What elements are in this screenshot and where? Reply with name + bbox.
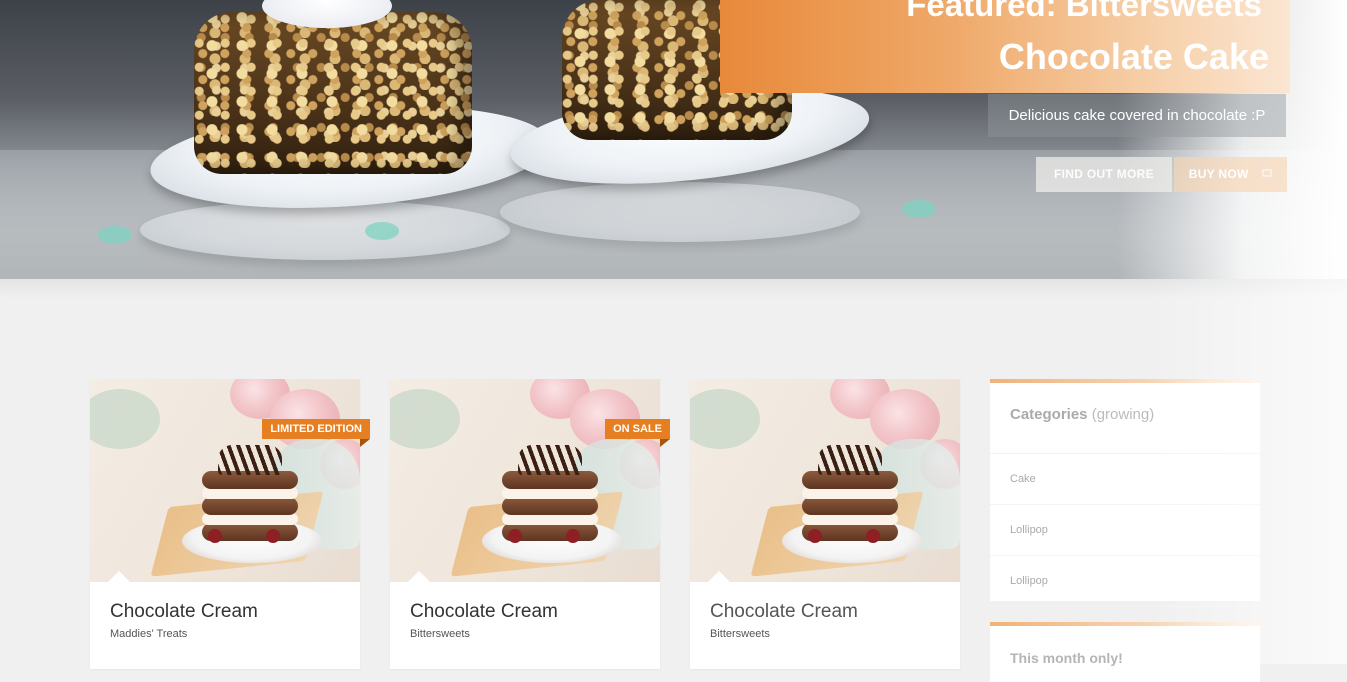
limited-edition-badge: LIMITED EDITION [262, 419, 370, 447]
product-maker[interactable]: Maddies' Treats [110, 628, 187, 640]
hero-title-line2: Chocolate Cake [998, 36, 1269, 77]
photo-decoration [502, 497, 598, 515]
photo-decoration [208, 529, 222, 543]
this-month-title: This month only! [1010, 650, 1123, 666]
card-pointer [708, 571, 730, 582]
product-image[interactable] [690, 379, 960, 582]
hero-subtitle: Delicious cake covered in chocolate :P [988, 94, 1286, 137]
product-name[interactable]: Chocolate Cream [410, 601, 558, 623]
categories-title-text: Categories [1010, 406, 1088, 423]
this-month-widget: This month only! [990, 622, 1260, 682]
photo-decoration [802, 497, 898, 515]
photo-decoration [566, 529, 580, 543]
hero-decoration [98, 226, 132, 244]
product-maker[interactable]: Bittersweets [710, 628, 770, 640]
photo-decoration [518, 445, 582, 475]
photo-decoration [508, 529, 522, 543]
categories-title-suffix: (growing) [1091, 406, 1155, 423]
photo-decoration [266, 529, 280, 543]
hero-banner: Featured: Bittersweets Chocolate Cake De… [0, 0, 1347, 279]
buy-now-label: BUY NOW [1188, 167, 1249, 181]
cart-icon [1262, 167, 1272, 181]
photo-decoration [218, 445, 282, 475]
plate-reflection [140, 200, 510, 260]
card-pointer [108, 571, 130, 582]
photo-decoration [818, 445, 882, 475]
category-item-lollipop[interactable]: Lollipop [990, 556, 1260, 607]
categories-widget: Categories (growing) Cake Lollipop Lolli… [990, 379, 1260, 607]
hero-bottom-shadow [0, 279, 1347, 299]
photo-decoration [866, 529, 880, 543]
product-image[interactable] [90, 379, 360, 582]
product-name[interactable]: Chocolate Cream [110, 601, 258, 623]
product-card[interactable]: Chocolate Cream Bittersweets [690, 379, 960, 669]
photo-decoration [202, 497, 298, 515]
hero-title-line1: Featured: Bittersweets [906, 0, 1262, 23]
photo-decoration [390, 389, 460, 449]
product-maker[interactable]: Bittersweets [410, 628, 470, 640]
photo-decoration [690, 389, 760, 449]
card-pointer [408, 571, 430, 582]
hero-decoration [902, 200, 936, 218]
product-card[interactable]: LIMITED EDITION Chocolate Cream Maddies'… [90, 379, 370, 669]
photo-decoration [808, 529, 822, 543]
photo-decoration [90, 389, 160, 449]
category-item-lollipop[interactable]: Lollipop [990, 505, 1260, 556]
category-item-cake[interactable]: Cake [990, 454, 1260, 505]
find-out-more-button[interactable]: FIND OUT MORE [1036, 157, 1172, 192]
product-card[interactable]: ON SALE Chocolate Cream Bittersweets [390, 379, 670, 669]
on-sale-badge: ON SALE [605, 419, 670, 447]
plate-reflection [500, 182, 860, 242]
categories-title: Categories (growing) [990, 383, 1260, 454]
find-out-more-label: FIND OUT MORE [1054, 167, 1154, 181]
hero-cake [194, 12, 472, 174]
product-name[interactable]: Chocolate Cream [710, 601, 858, 623]
product-image[interactable] [390, 379, 660, 582]
buy-now-button[interactable]: BUY NOW [1174, 157, 1287, 192]
hero-decoration [365, 222, 399, 240]
